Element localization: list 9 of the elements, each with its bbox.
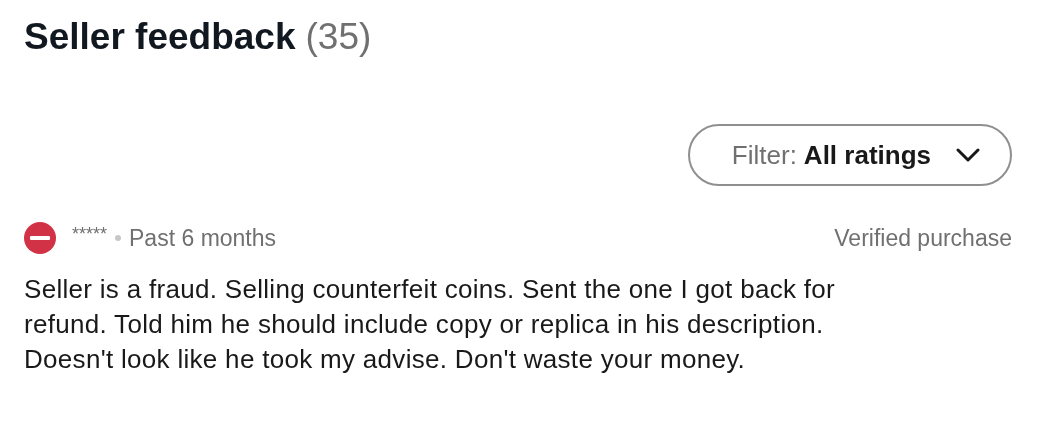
chevron-down-icon <box>956 148 980 162</box>
page-title: Seller feedback <box>24 16 296 58</box>
review-time: Past 6 months <box>129 224 277 252</box>
separator-dot <box>115 235 122 241</box>
feedback-count: (35) <box>305 16 372 58</box>
verified-label: Verified purchase <box>834 224 1012 252</box>
username: ***** <box>72 224 108 245</box>
review-text: Seller is a fraud. Selling counterfeit coins. Sent the one I got back for refund. Told him he should include copy or replica in his description. Doesn't look like he took my advise. Don't waste your money. <box>24 273 836 376</box>
filter-button[interactable]: Filter: All ratings <box>687 124 1012 186</box>
